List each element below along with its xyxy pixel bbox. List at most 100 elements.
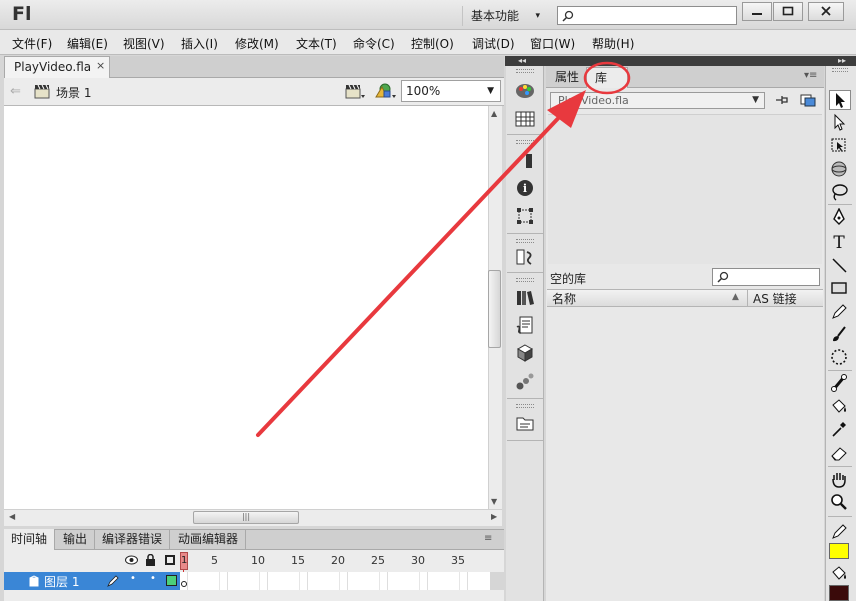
lock-icon[interactable]: [145, 554, 156, 566]
layer-row[interactable]: 图层 1 • •: [4, 572, 180, 590]
sort-ascending-icon[interactable]: ▲: [732, 292, 739, 302]
library-document-select[interactable]: PlayVideo.fla ▼: [550, 92, 765, 109]
pin-library-button[interactable]: [774, 93, 790, 107]
swatches-icon[interactable]: [514, 108, 536, 130]
3d-rotation-tool-icon[interactable]: [829, 160, 851, 180]
tool-divider: [828, 466, 852, 467]
brush-tool-icon[interactable]: [829, 325, 851, 345]
close-document-button[interactable]: ×: [96, 59, 105, 72]
motion-presets-icon[interactable]: [514, 370, 536, 392]
stroke-color-swatch[interactable]: [829, 543, 849, 559]
minimize-button[interactable]: [742, 2, 772, 21]
grip-handle[interactable]: [832, 68, 848, 72]
outline-icon[interactable]: [165, 555, 175, 565]
menu-view[interactable]: 视图(V): [123, 35, 165, 52]
column-name[interactable]: 名称: [552, 290, 576, 307]
collapse-icon[interactable]: ◂◂: [518, 56, 526, 65]
pen-tool-icon[interactable]: [829, 208, 851, 228]
pencil-tool-icon[interactable]: [829, 302, 851, 322]
project-folder-icon[interactable]: [514, 412, 536, 434]
back-arrow-icon[interactable]: ⇐: [10, 84, 21, 99]
fill-color-swatch[interactable]: [829, 585, 849, 601]
color-palette-icon[interactable]: [514, 80, 536, 102]
lock-dot[interactable]: •: [150, 573, 156, 584]
column-divider[interactable]: [747, 290, 748, 306]
menu-window[interactable]: 窗口(W): [530, 35, 575, 52]
close-icon: [821, 6, 831, 16]
scroll-right-icon[interactable]: ▶: [491, 512, 497, 521]
eye-icon[interactable]: [125, 555, 138, 565]
horizontal-scroll-thumb[interactable]: |||: [193, 511, 299, 524]
eyedropper-tool-icon[interactable]: [829, 420, 851, 440]
layer-color-icon[interactable]: [166, 575, 177, 586]
tab-output[interactable]: 输出: [56, 529, 96, 550]
menu-control[interactable]: 控制(O): [411, 35, 454, 52]
menu-file[interactable]: 文件(F): [12, 35, 52, 52]
eraser-tool-icon[interactable]: [829, 444, 851, 464]
workspace-switcher[interactable]: 基本功能 ▾: [462, 6, 546, 26]
menu-insert[interactable]: 插入(I): [181, 35, 218, 52]
grip-handle[interactable]: [516, 278, 534, 282]
zoom-tool-icon[interactable]: [829, 493, 851, 513]
edit-symbols-button[interactable]: [373, 82, 397, 100]
grip-handle[interactable]: [516, 140, 534, 144]
selection-tool-icon[interactable]: [829, 90, 851, 110]
library-search-input[interactable]: [712, 268, 820, 286]
tab-motion-editor[interactable]: 动画编辑器: [171, 529, 247, 550]
vertical-scroll-thumb[interactable]: [488, 270, 501, 348]
library-item-list[interactable]: [547, 307, 823, 601]
tab-compiler-errors[interactable]: 编译器错误: [95, 529, 171, 550]
tab-timeline[interactable]: 时间轴: [4, 529, 56, 550]
free-transform-tool-icon[interactable]: [829, 136, 851, 156]
menu-text[interactable]: 文本(T): [296, 35, 337, 52]
new-library-panel-button[interactable]: [800, 93, 816, 107]
minimize-icon: [752, 13, 762, 15]
bone-tool-icon[interactable]: [829, 374, 851, 394]
panel-menu-icon[interactable]: ≡: [484, 533, 492, 544]
menu-commands[interactable]: 命令(C): [353, 35, 395, 52]
document-tab[interactable]: PlayVideo.fla: [4, 56, 110, 78]
tab-library[interactable]: 库: [586, 67, 628, 89]
subselection-tool-icon[interactable]: [829, 113, 851, 133]
text-tool-icon[interactable]: T: [829, 232, 851, 252]
maximize-button[interactable]: [773, 2, 803, 21]
menu-modify[interactable]: 修改(M): [235, 35, 279, 52]
info-icon[interactable]: i: [514, 177, 536, 199]
frame-number: 10: [251, 554, 265, 567]
grip-handle[interactable]: [516, 69, 534, 73]
scroll-down-icon[interactable]: ▼: [491, 497, 497, 506]
line-tool-icon[interactable]: [829, 256, 851, 276]
components-icon[interactable]: [514, 342, 536, 364]
search-icon: [562, 10, 574, 22]
stage-canvas[interactable]: [4, 106, 488, 509]
lasso-tool-icon[interactable]: [829, 183, 851, 203]
paint-bucket-tool-icon[interactable]: [829, 397, 851, 417]
hand-tool-icon[interactable]: [829, 470, 851, 490]
menu-help[interactable]: 帮助(H): [592, 35, 634, 52]
menu-edit[interactable]: 编辑(E): [67, 35, 108, 52]
close-window-button[interactable]: [808, 2, 844, 21]
column-as-linkage[interactable]: AS 链接: [753, 290, 797, 307]
code-snippets-icon[interactable]: [514, 246, 536, 268]
panel-menu-icon[interactable]: ▾≡: [804, 70, 817, 81]
library-books-icon[interactable]: [514, 287, 536, 309]
zoom-select[interactable]: 100% ▼: [401, 80, 501, 102]
align-icon[interactable]: [514, 150, 536, 172]
deco-tool-icon[interactable]: [829, 348, 851, 368]
edit-scene-button[interactable]: [344, 82, 366, 100]
playhead[interactable]: 1: [180, 552, 188, 570]
expand-icon[interactable]: ▸▸: [838, 56, 846, 65]
menu-debug[interactable]: 调试(D): [472, 35, 515, 52]
frames-row[interactable]: [180, 572, 490, 590]
grip-handle[interactable]: [516, 239, 534, 243]
visibility-dot[interactable]: •: [130, 573, 136, 584]
scroll-left-icon[interactable]: ◀: [9, 512, 15, 521]
scroll-up-icon[interactable]: ▲: [491, 109, 497, 118]
keyframe-dot[interactable]: [181, 581, 187, 587]
grip-handle[interactable]: [516, 404, 534, 408]
actions-script-icon[interactable]: [514, 314, 536, 336]
rectangle-tool-icon[interactable]: [829, 279, 851, 299]
transform-icon[interactable]: [514, 205, 536, 227]
help-search-input[interactable]: [557, 6, 737, 25]
tab-properties[interactable]: 属性: [547, 67, 587, 88]
